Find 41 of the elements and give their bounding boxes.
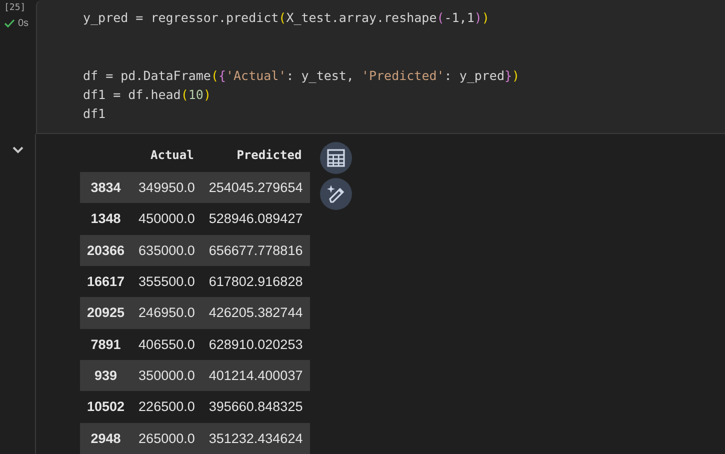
row-index: 20366 <box>80 234 132 266</box>
chevron-down-icon[interactable] <box>12 146 24 154</box>
table-cell-text: 528946.089427 <box>208 210 304 228</box>
table-cell-text: 395660.848325 <box>208 398 304 416</box>
table-cell-text: 450000.0 <box>138 210 196 228</box>
code-line: df1 <box>83 106 106 121</box>
table-cell: 656677.778816 <box>202 234 310 266</box>
table-cell: 355500.0 <box>132 266 202 298</box>
row-index: 2948 <box>80 422 132 454</box>
magic-pen-button[interactable] <box>320 178 352 210</box>
row-index: 10502 <box>86 398 126 416</box>
execution-count: [25] <box>4 3 27 13</box>
row-index: 16617 <box>80 266 132 298</box>
column-header: Predicted <box>202 146 310 172</box>
table-cell: 426205.382744 <box>202 297 310 329</box>
row-index: 939 <box>80 360 132 392</box>
table-icon <box>326 148 346 168</box>
table-cell: 628910.020253 <box>202 328 310 360</box>
table-cell: 351232.434624 <box>202 422 310 454</box>
code-line: y_pred = regressor.predict(X_test.array.reshape(-1,1)) <box>83 10 490 25</box>
run-time: 0s <box>18 18 29 29</box>
table-cell: 617802.916828 <box>202 266 310 298</box>
table-cell: 350000.0 <box>132 360 202 392</box>
table-cell: 254045.279654 <box>202 172 310 204</box>
table-cell: 265000.0 <box>132 422 202 454</box>
table-cell: 635000.0 <box>132 234 202 266</box>
row-index: 20925 <box>80 297 132 329</box>
table-cell: 401214.400037 <box>202 360 310 392</box>
check-icon <box>4 19 15 28</box>
code-line: df = pd.DataFrame({'Actual': y_test, 'Predicted': y_pred}) <box>83 68 520 83</box>
table-cell: 246950.0 <box>132 297 202 329</box>
table-view-button[interactable] <box>320 142 352 174</box>
row-index: 7891 <box>80 328 132 360</box>
code-line: df1 = df.head(10) <box>83 86 211 102</box>
row-index: 3834 <box>80 172 132 204</box>
table-cell-text: 226500.0 <box>138 398 196 416</box>
column-header: Actual <box>132 146 202 172</box>
code-editor[interactable]: y_pred = regressor.predict(X_test.array.reshape(-1,1)) df = pd.DataFrame({'Actual': y_test, 'Predicted': y_pred}) df1 = df.head(10) df1 <box>36 0 725 134</box>
row-index: 1348 <box>90 210 122 228</box>
table-cell: 349950.0 <box>132 172 202 204</box>
table-cell: 406550.0 <box>132 328 202 360</box>
